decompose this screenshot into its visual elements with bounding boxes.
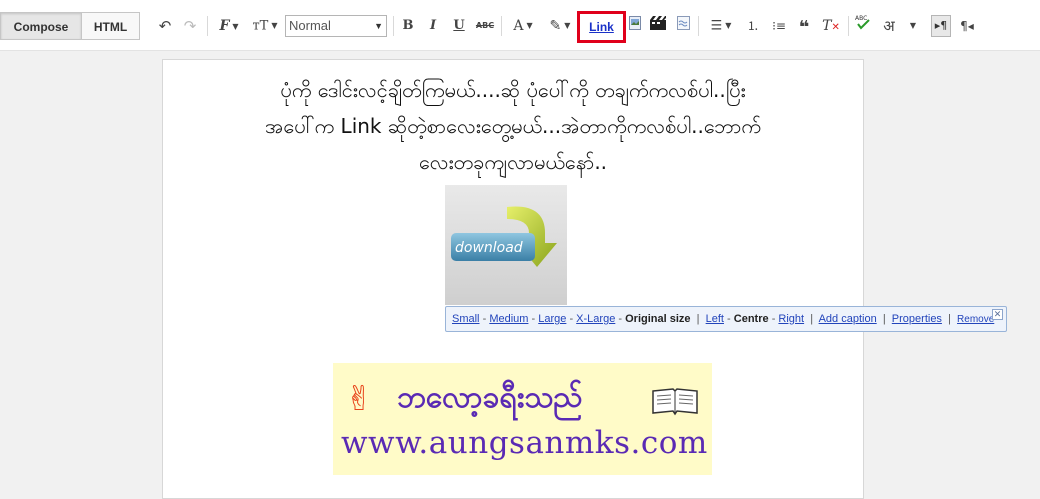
mode-tabs: Compose HTML [0,12,140,40]
link-button[interactable]: Link [577,11,626,43]
post-editor[interactable]: ပုံကို ဒေါင်းလင့်ချိတ်ကြမယ်....ဆို ပုံပေ… [162,59,864,499]
victory-hand-icon: ✌ [345,379,374,419]
toolbar-divider [393,16,394,36]
banner-title: ဘလော့ခရီးသည် [397,380,583,415]
size-small-link[interactable]: Small [452,313,480,325]
align-current: Centre [733,313,769,325]
redo-icon[interactable]: ↷ [182,14,198,38]
toolbar-divider [848,16,849,36]
chevron-down-icon: ▼ [374,21,383,31]
transliterate-icon[interactable]: अ [881,14,897,38]
banner-url: www.aungsanmks.com [341,425,708,461]
highlight-icon[interactable]: ✎ ▼ [545,14,575,38]
post-line: ပုံကို ဒေါင်းလင့်ချိတ်ကြမယ်....ဆို ပုံပေ… [280,78,746,102]
toolbar-divider [207,16,208,36]
separator: | [879,313,892,325]
blog-banner-image: ✌ ဘလော့ခရီးသည် www.aungsanmks.com [333,363,712,475]
format-value: Normal [289,18,331,33]
bold-icon[interactable]: B [400,14,416,38]
html-tab[interactable]: HTML [82,12,140,40]
size-large-link[interactable]: Large [538,313,566,325]
numbered-list-icon[interactable]: ⒈ [745,14,761,38]
clear-format-icon[interactable]: T✕ [822,14,840,38]
undo-icon[interactable]: ↶ [157,14,173,38]
download-image[interactable]: download [445,185,567,305]
post-line: လေးတခုကျလာမယ်နော်.. [418,150,608,174]
text-color-icon[interactable]: A ▼ [508,14,538,38]
editor-toolbar: Compose HTML ↶ ↷ F ▼ тT ▼ Normal ▼ B I U A… [0,0,1040,51]
underline-icon[interactable]: U [451,14,467,38]
toolbar-divider [698,16,699,36]
download-text: download [455,240,523,256]
align-icon[interactable]: ☰ ▼ [706,14,736,38]
quote-icon[interactable]: ❝ [796,14,812,38]
separator: | [807,313,819,325]
compose-tab[interactable]: Compose [0,12,82,40]
format-select[interactable]: Normal ▼ [285,15,387,37]
strikethrough-icon[interactable]: ABC [475,14,495,38]
image-icon[interactable] [628,14,642,38]
remove-link[interactable]: Remove [957,314,994,325]
separator: - [727,313,734,325]
toolbar-divider [501,16,502,36]
close-icon[interactable]: ✕ [992,309,1003,320]
separator: | [693,313,706,325]
jump-break-icon[interactable] [676,14,690,38]
spellcheck-icon[interactable]: ABC [854,14,872,38]
font-size-icon[interactable]: тT ▼ [250,14,280,38]
align-right-link[interactable]: Right [778,313,804,325]
add-caption-link[interactable]: Add caption [819,313,877,325]
size-medium-link[interactable]: Medium [489,313,528,325]
rtl-icon[interactable]: ¶◂ [958,14,976,38]
align-left-link[interactable]: Left [706,313,724,325]
ltr-icon[interactable]: ▸¶ [931,15,951,37]
post-body-text: ပုံကို ဒေါင်းလင့်ချိတ်ကြမယ်....ဆို ပုံပေ… [163,72,863,180]
separator: | [945,313,958,325]
size-xlarge-link[interactable]: X-Large [576,313,615,325]
image-options-bubble: Small - Medium - Large - X-Large - Origi… [445,306,1007,332]
video-icon[interactable] [649,14,667,38]
bullet-list-icon[interactable]: ⁝≡ [771,14,787,38]
italic-icon[interactable]: I [425,14,441,38]
open-book-icon [651,387,699,421]
post-line: အပေါ်က Link ဆိုတဲ့စာလေးတွေ့မယ်...အဲတာကို… [264,114,761,138]
svg-text:ABC: ABC [855,15,867,22]
properties-link[interactable]: Properties [892,313,942,325]
font-icon[interactable]: F ▼ [214,14,244,38]
size-current: Original size [625,313,691,325]
chevron-down-icon[interactable]: ▼ [907,14,919,38]
